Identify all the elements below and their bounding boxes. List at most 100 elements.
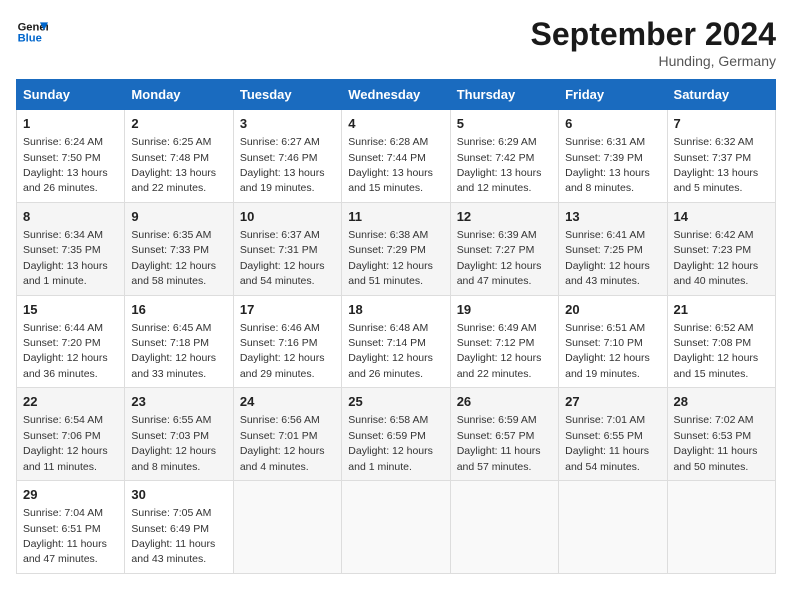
day-number: 22	[23, 393, 118, 411]
day-info: Sunset: 7:16 PM	[240, 337, 318, 349]
day-info: Sunrise: 6:58 AM	[348, 414, 428, 426]
day-info: Daylight: 11 hours	[565, 445, 649, 457]
day-number: 3	[240, 115, 335, 133]
day-info: Sunrise: 6:48 AM	[348, 322, 428, 334]
day-info: Sunset: 7:42 PM	[457, 152, 535, 164]
table-row: 21Sunrise: 6:52 AMSunset: 7:08 PMDayligh…	[667, 295, 775, 388]
calendar-week-4: 22 Sunrise: 6:54 AM Sunset: 7:06 PM Dayligh…	[17, 388, 776, 481]
day-info: Sunrise: 6:54 AM	[23, 414, 103, 426]
day-info: Daylight: 11 hours	[131, 538, 215, 550]
day-info: Daylight: 12 hours	[240, 352, 325, 364]
day-number: 10	[240, 208, 335, 226]
day-number: 9	[131, 208, 226, 226]
table-row: 17Sunrise: 6:46 AMSunset: 7:16 PMDayligh…	[233, 295, 341, 388]
day-info: Sunrise: 6:28 AM	[348, 136, 428, 148]
day-info: Daylight: 12 hours	[457, 260, 542, 272]
table-row: 22 Sunrise: 6:54 AM Sunset: 7:06 PM Dayligh…	[17, 388, 125, 481]
table-row	[667, 481, 775, 574]
day-info: Daylight: 13 hours	[674, 167, 759, 179]
day-info: and 54 minutes.	[240, 275, 315, 287]
day-info: Daylight: 12 hours	[240, 260, 325, 272]
day-info: Sunrise: 6:35 AM	[131, 229, 211, 241]
day-number: 16	[131, 301, 226, 319]
day-info: and 22 minutes.	[131, 182, 206, 194]
day-number: 20	[565, 301, 660, 319]
day-number: 29	[23, 486, 118, 504]
day-info: and 5 minutes.	[674, 182, 743, 194]
day-number: 24	[240, 393, 335, 411]
day-info: and 40 minutes.	[674, 275, 749, 287]
day-info: Sunrise: 6:51 AM	[565, 322, 645, 334]
table-row: 5Sunrise: 6:29 AMSunset: 7:42 PMDaylight…	[450, 110, 558, 203]
day-info: and 8 minutes.	[565, 182, 634, 194]
day-number: 28	[674, 393, 769, 411]
day-info: Sunset: 7:06 PM	[23, 430, 101, 442]
calendar-week-1: 1Sunrise: 6:24 AMSunset: 7:50 PMDaylight…	[17, 110, 776, 203]
day-info: Sunrise: 7:05 AM	[131, 507, 211, 519]
day-info: Sunrise: 6:56 AM	[240, 414, 320, 426]
day-info: and 43 minutes.	[565, 275, 640, 287]
day-number: 23	[131, 393, 226, 411]
day-info: Daylight: 12 hours	[23, 352, 108, 364]
day-info: and 47 minutes.	[23, 553, 98, 565]
day-info: and 36 minutes.	[23, 368, 98, 380]
day-info: Sunset: 7:46 PM	[240, 152, 318, 164]
calendar-table: Sunday Monday Tuesday Wednesday Thursday…	[16, 79, 776, 574]
day-info: Daylight: 12 hours	[240, 445, 325, 457]
table-row: 29Sunrise: 7:04 AMSunset: 6:51 PMDayligh…	[17, 481, 125, 574]
day-number: 19	[457, 301, 552, 319]
table-row: 25Sunrise: 6:58 AMSunset: 6:59 PMDayligh…	[342, 388, 450, 481]
day-info: Sunset: 7:31 PM	[240, 244, 318, 256]
day-info: Sunrise: 6:59 AM	[457, 414, 537, 426]
day-number: 1	[23, 115, 118, 133]
day-info: and 1 minute.	[348, 461, 412, 473]
table-row: 23Sunrise: 6:55 AMSunset: 7:03 PMDayligh…	[125, 388, 233, 481]
header-monday: Monday	[125, 80, 233, 110]
day-info: Daylight: 13 hours	[240, 167, 325, 179]
day-info: Sunset: 7:48 PM	[131, 152, 209, 164]
day-info: Daylight: 13 hours	[457, 167, 542, 179]
day-info: and 57 minutes.	[457, 461, 532, 473]
day-info: Sunrise: 6:42 AM	[674, 229, 754, 241]
calendar-week-5: 29Sunrise: 7:04 AMSunset: 6:51 PMDayligh…	[17, 481, 776, 574]
header-thursday: Thursday	[450, 80, 558, 110]
month-title: September 2024	[531, 16, 776, 53]
day-info: and 47 minutes.	[457, 275, 532, 287]
day-info: Sunset: 6:53 PM	[674, 430, 752, 442]
table-row: 11Sunrise: 6:38 AMSunset: 7:29 PMDayligh…	[342, 202, 450, 295]
day-info: and 12 minutes.	[457, 182, 532, 194]
day-number: 25	[348, 393, 443, 411]
day-info: Daylight: 12 hours	[131, 260, 216, 272]
day-number: 4	[348, 115, 443, 133]
day-info: Daylight: 12 hours	[348, 260, 433, 272]
day-info: Sunrise: 6:31 AM	[565, 136, 645, 148]
day-info: Sunrise: 6:25 AM	[131, 136, 211, 148]
day-info: Daylight: 12 hours	[23, 445, 108, 457]
table-row: 8Sunrise: 6:34 AMSunset: 7:35 PMDaylight…	[17, 202, 125, 295]
day-info: and 15 minutes.	[674, 368, 749, 380]
day-info: Sunset: 7:12 PM	[457, 337, 535, 349]
day-info: Daylight: 12 hours	[131, 352, 216, 364]
day-info: Sunrise: 6:52 AM	[674, 322, 754, 334]
calendar-week-3: 15Sunrise: 6:44 AMSunset: 7:20 PMDayligh…	[17, 295, 776, 388]
day-number: 27	[565, 393, 660, 411]
table-row: 7Sunrise: 6:32 AMSunset: 7:37 PMDaylight…	[667, 110, 775, 203]
day-number: 5	[457, 115, 552, 133]
day-info: Sunset: 7:23 PM	[674, 244, 752, 256]
day-number: 2	[131, 115, 226, 133]
day-info: Daylight: 13 hours	[348, 167, 433, 179]
table-row: 15Sunrise: 6:44 AMSunset: 7:20 PMDayligh…	[17, 295, 125, 388]
day-info: Daylight: 13 hours	[565, 167, 650, 179]
table-row	[559, 481, 667, 574]
table-row: 4 Sunrise: 6:28 AM Sunset: 7:44 PM Daylight…	[342, 110, 450, 203]
day-info: Daylight: 12 hours	[565, 352, 650, 364]
logo: General Blue	[16, 16, 48, 48]
day-info: and 58 minutes.	[131, 275, 206, 287]
day-info: Daylight: 13 hours	[131, 167, 216, 179]
table-row: 9Sunrise: 6:35 AMSunset: 7:33 PMDaylight…	[125, 202, 233, 295]
day-number: 6	[565, 115, 660, 133]
day-info: Sunset: 7:44 PM	[348, 152, 426, 164]
table-row: 13Sunrise: 6:41 AMSunset: 7:25 PMDayligh…	[559, 202, 667, 295]
day-info: and 54 minutes.	[565, 461, 640, 473]
day-info: Daylight: 11 hours	[23, 538, 107, 550]
